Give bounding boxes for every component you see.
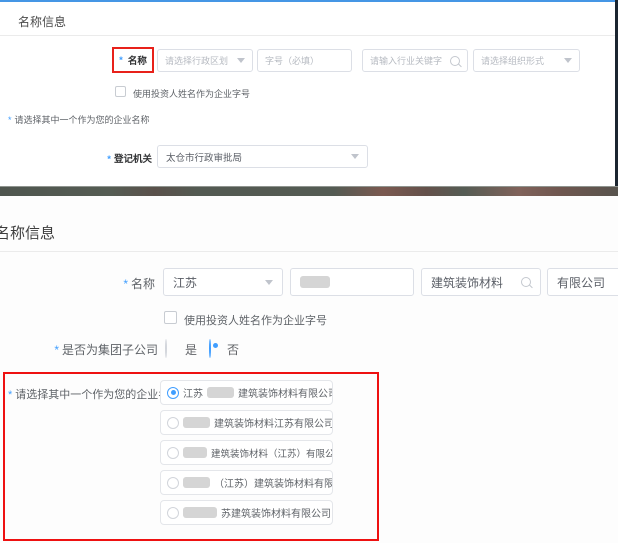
company-name-option[interactable]: 苏建筑装饰材料有限公司 — [160, 500, 333, 525]
registry-select[interactable]: 太仓市行政审批局 — [157, 145, 368, 168]
page: 名称信息 * 名称 请选择行政区划 请输入行业关键字 请选择组织形式 使用投资人姓… — [0, 0, 618, 543]
industry-keyword-input[interactable]: 请输入行业关键字 — [362, 49, 468, 72]
redaction-blob — [183, 447, 207, 458]
region-select[interactable]: 江苏 — [163, 268, 283, 296]
option-radio[interactable] — [167, 447, 179, 459]
investor-name-checkbox[interactable] — [164, 311, 177, 324]
option-radio[interactable] — [167, 507, 179, 519]
option-radio[interactable] — [167, 477, 179, 489]
registry-select-value: 太仓市行政审批局 — [166, 150, 242, 164]
required-asterisk: * — [54, 343, 59, 357]
search-icon — [521, 277, 531, 287]
company-name-option[interactable]: 建筑装饰材料江苏有限公司 — [160, 410, 333, 435]
registry-label: *登记机关 — [70, 151, 152, 165]
option-text: 建筑装饰材料（江苏）有限公司 — [211, 446, 333, 460]
tradename-input-field[interactable] — [265, 56, 344, 66]
region-select[interactable]: 请选择行政区划 — [157, 49, 253, 72]
company-name-option[interactable]: （江苏）建筑装饰材料有限公司 — [160, 470, 333, 495]
investor-checkbox-label: 使用投资人姓名作为企业字号 — [133, 87, 250, 100]
redaction-blob — [300, 276, 330, 288]
divider — [0, 251, 618, 252]
required-asterisk: * — [8, 115, 12, 125]
choose-name-label: *请选择其中一个作为您的企业名称 — [8, 386, 180, 402]
company-name-option[interactable]: 江苏 建筑装饰材料有限公司 — [160, 380, 333, 405]
required-asterisk: * — [123, 277, 128, 291]
industry-input-placeholder: 请输入行业关键字 — [370, 54, 442, 67]
group-subsidiary-label: *是否为集团子公司 — [40, 341, 158, 358]
name-label-highlight: * 名称 — [112, 47, 154, 73]
region-select-value: 江苏 — [173, 274, 197, 291]
group-no-label: 否 — [227, 341, 239, 358]
name-label: 名称 — [128, 53, 147, 67]
redaction-blob — [183, 507, 217, 518]
group-no-radio[interactable] — [209, 339, 211, 358]
choose-name-label: *请选择其中一个作为您的企业名称 — [8, 113, 150, 126]
name-label: *名称 — [100, 275, 155, 292]
investor-name-checkbox[interactable] — [115, 86, 126, 97]
tradename-input[interactable] — [257, 49, 352, 72]
option-text: 苏建筑装饰材料有限公司 — [221, 505, 331, 520]
option-text: （江苏）建筑装饰材料有限公司 — [214, 475, 333, 490]
chevron-down-icon — [564, 58, 572, 63]
option-text: 江苏 — [183, 385, 203, 400]
industry-keyword-input[interactable]: 建筑装饰材料 — [421, 268, 541, 296]
industry-input-value: 建筑装饰材料 — [431, 274, 503, 291]
redaction-blob — [183, 477, 210, 488]
orgform-select[interactable]: 请选择组织形式 — [473, 49, 580, 72]
search-icon — [450, 56, 460, 66]
redaction-blob — [207, 387, 234, 398]
chevron-down-icon — [237, 58, 245, 63]
chevron-down-icon — [351, 154, 359, 159]
option-radio[interactable] — [167, 387, 179, 399]
group-yes-radio[interactable] — [165, 339, 167, 358]
panel-title: 名称信息 — [18, 13, 66, 30]
company-name-option[interactable]: 建筑装饰材料（江苏）有限公司 — [160, 440, 333, 465]
redaction-blob — [183, 417, 210, 428]
tradename-input-redacted[interactable] — [290, 268, 414, 296]
orgform-select[interactable]: 有限公司 — [547, 268, 618, 296]
required-asterisk: * — [8, 389, 12, 401]
background-photo-strip — [0, 186, 618, 196]
chevron-down-icon — [265, 280, 273, 285]
orgform-select-value: 有限公司 — [557, 274, 605, 291]
required-asterisk: * — [107, 154, 111, 165]
option-text: 建筑装饰材料江苏有限公司 — [214, 415, 333, 430]
required-asterisk: * — [119, 55, 123, 66]
option-text: 建筑装饰材料有限公司 — [238, 385, 333, 400]
option-radio[interactable] — [167, 417, 179, 429]
panel-title: 名称信息 — [0, 222, 55, 243]
orgform-select-placeholder: 请选择组织形式 — [481, 54, 544, 67]
group-yes-label: 是 — [185, 341, 197, 358]
region-select-placeholder: 请选择行政区划 — [165, 54, 228, 67]
divider — [0, 35, 615, 36]
name-info-panel-top: 名称信息 * 名称 请选择行政区划 请输入行业关键字 请选择组织形式 使用投资人姓… — [0, 0, 615, 186]
investor-checkbox-label: 使用投资人姓名作为企业字号 — [184, 312, 327, 328]
